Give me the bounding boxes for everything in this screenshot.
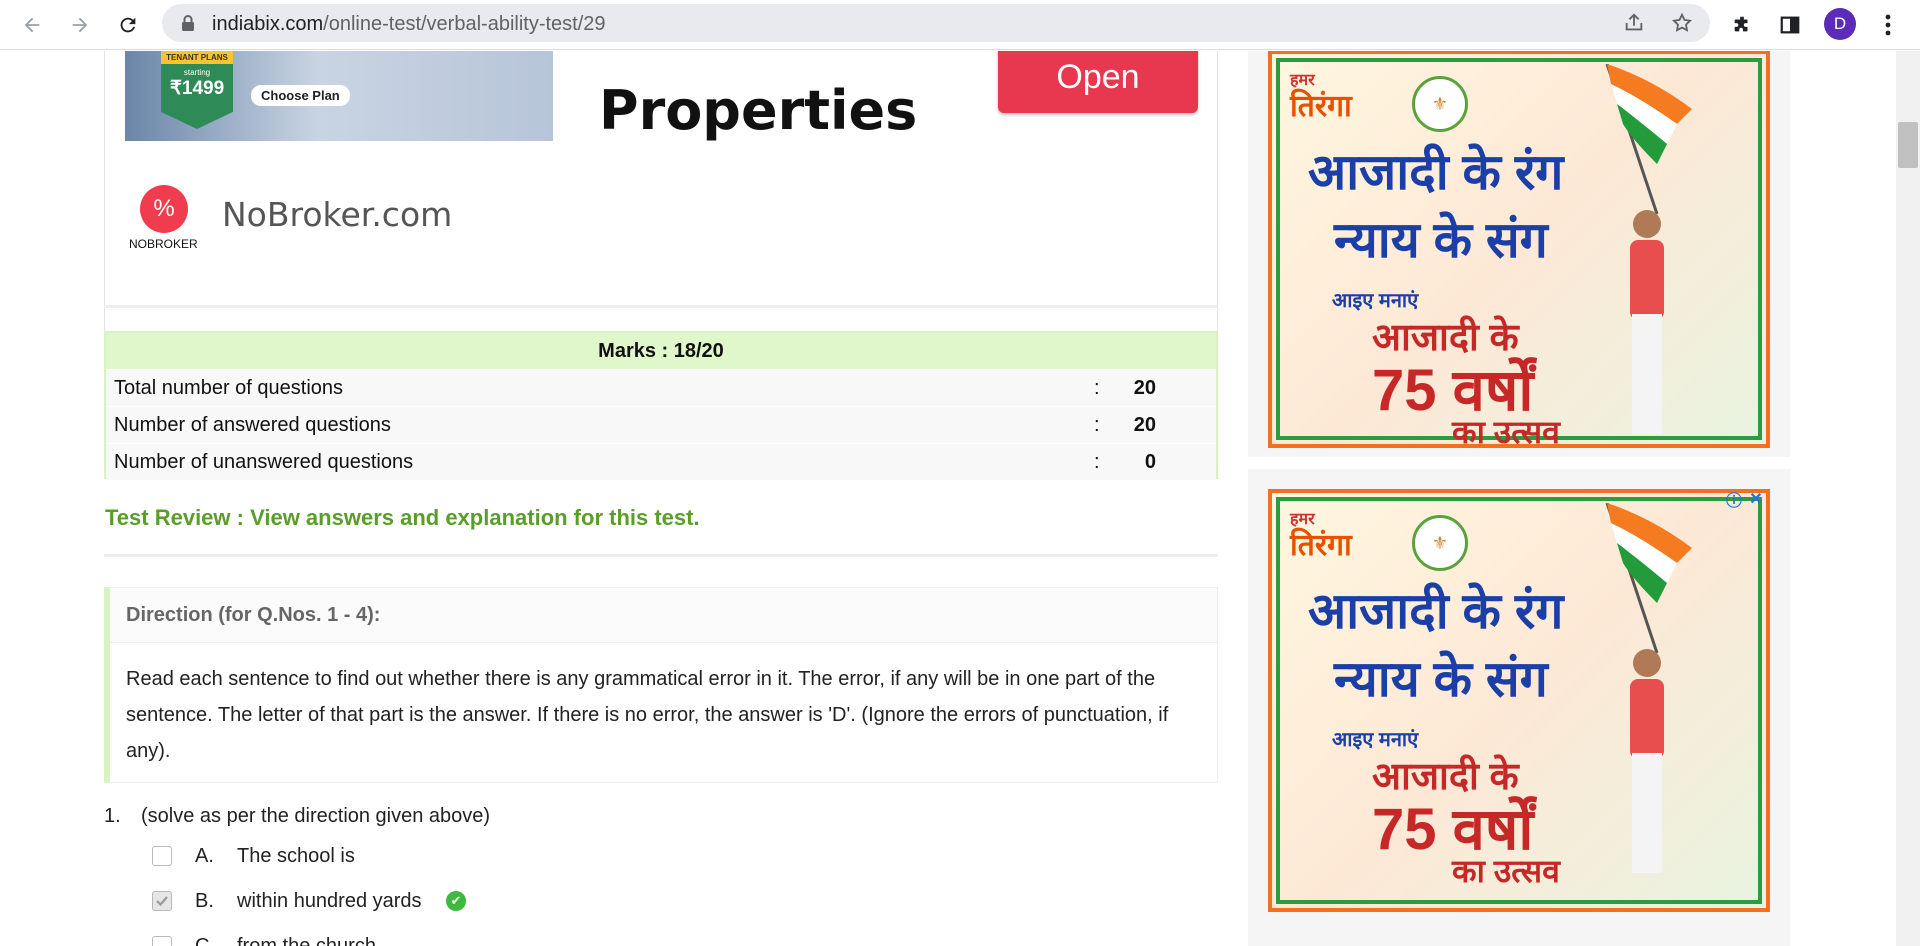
lock-icon[interactable] bbox=[176, 11, 200, 35]
ad-headline: Properties bbox=[599, 79, 918, 142]
address-bar[interactable]: indiabix.com/online-test/verbal-ability-… bbox=[162, 4, 1710, 42]
url-path: /online-test/verbal-ability-test/29 bbox=[323, 13, 606, 35]
option-c[interactable]: C. from the church bbox=[152, 935, 412, 946]
flag-icon bbox=[1605, 64, 1692, 214]
page-content: TENANT PLANS starting ₹1499 Choose Plan … bbox=[0, 51, 1896, 946]
row-value: 20 bbox=[1133, 377, 1156, 399]
ad-tiranga: तिरंगा bbox=[1290, 90, 1352, 123]
row-colon: : bbox=[1094, 377, 1100, 399]
price-label: ₹1499 bbox=[169, 78, 225, 99]
row-label: Number of unanswered questions bbox=[114, 451, 414, 473]
correct-check-icon: ✔ bbox=[446, 891, 466, 911]
browser-toolbar: indiabix.com/online-test/verbal-ability-… bbox=[0, 0, 1920, 50]
tenant-plans-label: TENANT PLANS bbox=[161, 51, 233, 64]
option-checkbox-checked[interactable] bbox=[152, 891, 172, 911]
emblem-icon: ⚜ bbox=[1412, 515, 1468, 571]
choose-plan-button[interactable]: Choose Plan bbox=[251, 85, 350, 106]
profile-avatar[interactable]: D bbox=[1824, 8, 1856, 40]
scrollbar-thumb[interactable] bbox=[1898, 122, 1918, 168]
option-checkbox[interactable] bbox=[152, 936, 172, 946]
option-b[interactable]: B. within hundred yards ✔ bbox=[152, 890, 472, 916]
menu-kebab-icon[interactable] bbox=[1872, 9, 1904, 41]
question-text: (solve as per the direction given above) bbox=[141, 805, 491, 827]
starting-label: starting bbox=[183, 68, 211, 77]
ad-line-2: न्याय के संग bbox=[1334, 651, 1548, 707]
back-button[interactable] bbox=[16, 9, 48, 41]
option-text: The school is bbox=[237, 845, 355, 867]
ad-tiranga: तिरंगा bbox=[1290, 529, 1352, 562]
forward-button[interactable] bbox=[64, 9, 96, 41]
nobroker-ad[interactable]: TENANT PLANS starting ₹1499 Choose Plan … bbox=[104, 51, 1218, 333]
side-ad-panel: हमर तिरंगा ⚜ आजादी के रंग न्याय के संग आ… bbox=[1248, 51, 1790, 457]
ad-domain[interactable]: NoBroker.com bbox=[222, 195, 452, 234]
option-letter: B. bbox=[195, 890, 214, 912]
ad-line-6: का उत्सव bbox=[1452, 414, 1560, 448]
reload-icon bbox=[120, 17, 136, 33]
share-icon[interactable] bbox=[1622, 11, 1646, 35]
side-ad-panel: हमर तिरंगा ⚜ आजादी के रंग न्याय के संग आ… bbox=[1248, 469, 1790, 946]
direction-text: Read each sentence to find out whether t… bbox=[126, 668, 1169, 762]
ad-info-icon[interactable]: ⓘ bbox=[1724, 489, 1744, 510]
divider bbox=[104, 554, 1218, 557]
nobroker-logo-icon: % bbox=[140, 185, 188, 233]
row-colon: : bbox=[1094, 451, 1100, 473]
option-text: within hundred yards bbox=[237, 890, 422, 912]
row-label: Total number of questions bbox=[114, 377, 344, 399]
marks-row: Number of unanswered questions : 0 bbox=[106, 443, 1216, 480]
extensions-icon[interactable] bbox=[1726, 9, 1758, 41]
ad-line-1: आजादी के रंग bbox=[1308, 144, 1564, 200]
marks-table: Marks : 18/20 Total number of questions … bbox=[104, 331, 1218, 480]
tiranga-ad[interactable]: हमर तिरंगा ⚜ आजादी के रंग न्याय के संग आ… bbox=[1268, 51, 1770, 448]
test-review-link[interactable]: Test Review : View answers and explanati… bbox=[105, 505, 700, 531]
option-letter: C. bbox=[195, 935, 215, 946]
option-checkbox[interactable] bbox=[152, 846, 172, 866]
person-figure-icon bbox=[1630, 210, 1664, 434]
ad-line-1: आजादी के रंग bbox=[1308, 583, 1564, 639]
ad-line-2: न्याय के संग bbox=[1334, 212, 1548, 268]
url-domain: indiabix.com bbox=[212, 13, 324, 35]
scrollbar[interactable] bbox=[1896, 51, 1920, 946]
divider bbox=[104, 305, 1218, 308]
marks-row: Total number of questions : 20 bbox=[106, 369, 1216, 406]
ad-choices[interactable]: ⓘ ✕ bbox=[1724, 489, 1768, 511]
reload-button[interactable] bbox=[112, 9, 144, 41]
question-number: 1. bbox=[104, 805, 121, 827]
tenant-plans-badge: TENANT PLANS starting ₹1499 bbox=[161, 51, 233, 129]
person-figure-icon bbox=[1630, 649, 1664, 873]
option-text: from the church bbox=[237, 935, 376, 946]
ad-line-6: का उत्सव bbox=[1452, 853, 1560, 889]
back-arrow-icon bbox=[24, 17, 40, 33]
ad-close-icon[interactable]: ✕ bbox=[1746, 489, 1766, 509]
nobroker-logo-text: NOBROKER bbox=[129, 237, 198, 251]
row-label: Number of answered questions bbox=[114, 414, 391, 436]
direction-title: Direction (for Q.Nos. 1 - 4): bbox=[110, 588, 1217, 643]
side-panel-icon[interactable] bbox=[1774, 9, 1806, 41]
direction-box: Direction (for Q.Nos. 1 - 4): Read each … bbox=[104, 587, 1218, 783]
flag-icon bbox=[1605, 503, 1692, 653]
emblem-icon: ⚜ bbox=[1412, 76, 1468, 132]
option-a[interactable]: A. The school is bbox=[152, 845, 412, 871]
option-letter: A. bbox=[195, 845, 214, 867]
tiranga-ad[interactable]: हमर तिरंगा ⚜ आजादी के रंग न्याय के संग आ… bbox=[1268, 489, 1770, 912]
row-colon: : bbox=[1094, 414, 1100, 436]
ad-banner-image[interactable]: TENANT PLANS starting ₹1499 Choose Plan bbox=[125, 51, 553, 141]
row-value: 0 bbox=[1144, 451, 1156, 473]
marks-header: Marks : 18/20 bbox=[106, 333, 1216, 369]
url-text: indiabix.com/online-test/verbal-ability-… bbox=[212, 13, 606, 36]
ad-line-3: आइए मनाएं bbox=[1332, 729, 1419, 751]
ad-line-3: आइए मनाएं bbox=[1332, 290, 1419, 312]
ad-open-button[interactable]: Open bbox=[998, 51, 1198, 113]
marks-row: Number of answered questions : 20 bbox=[106, 406, 1216, 443]
bookmark-star-icon[interactable] bbox=[1670, 11, 1694, 35]
row-value: 20 bbox=[1133, 414, 1156, 436]
forward-arrow-icon bbox=[72, 17, 88, 33]
